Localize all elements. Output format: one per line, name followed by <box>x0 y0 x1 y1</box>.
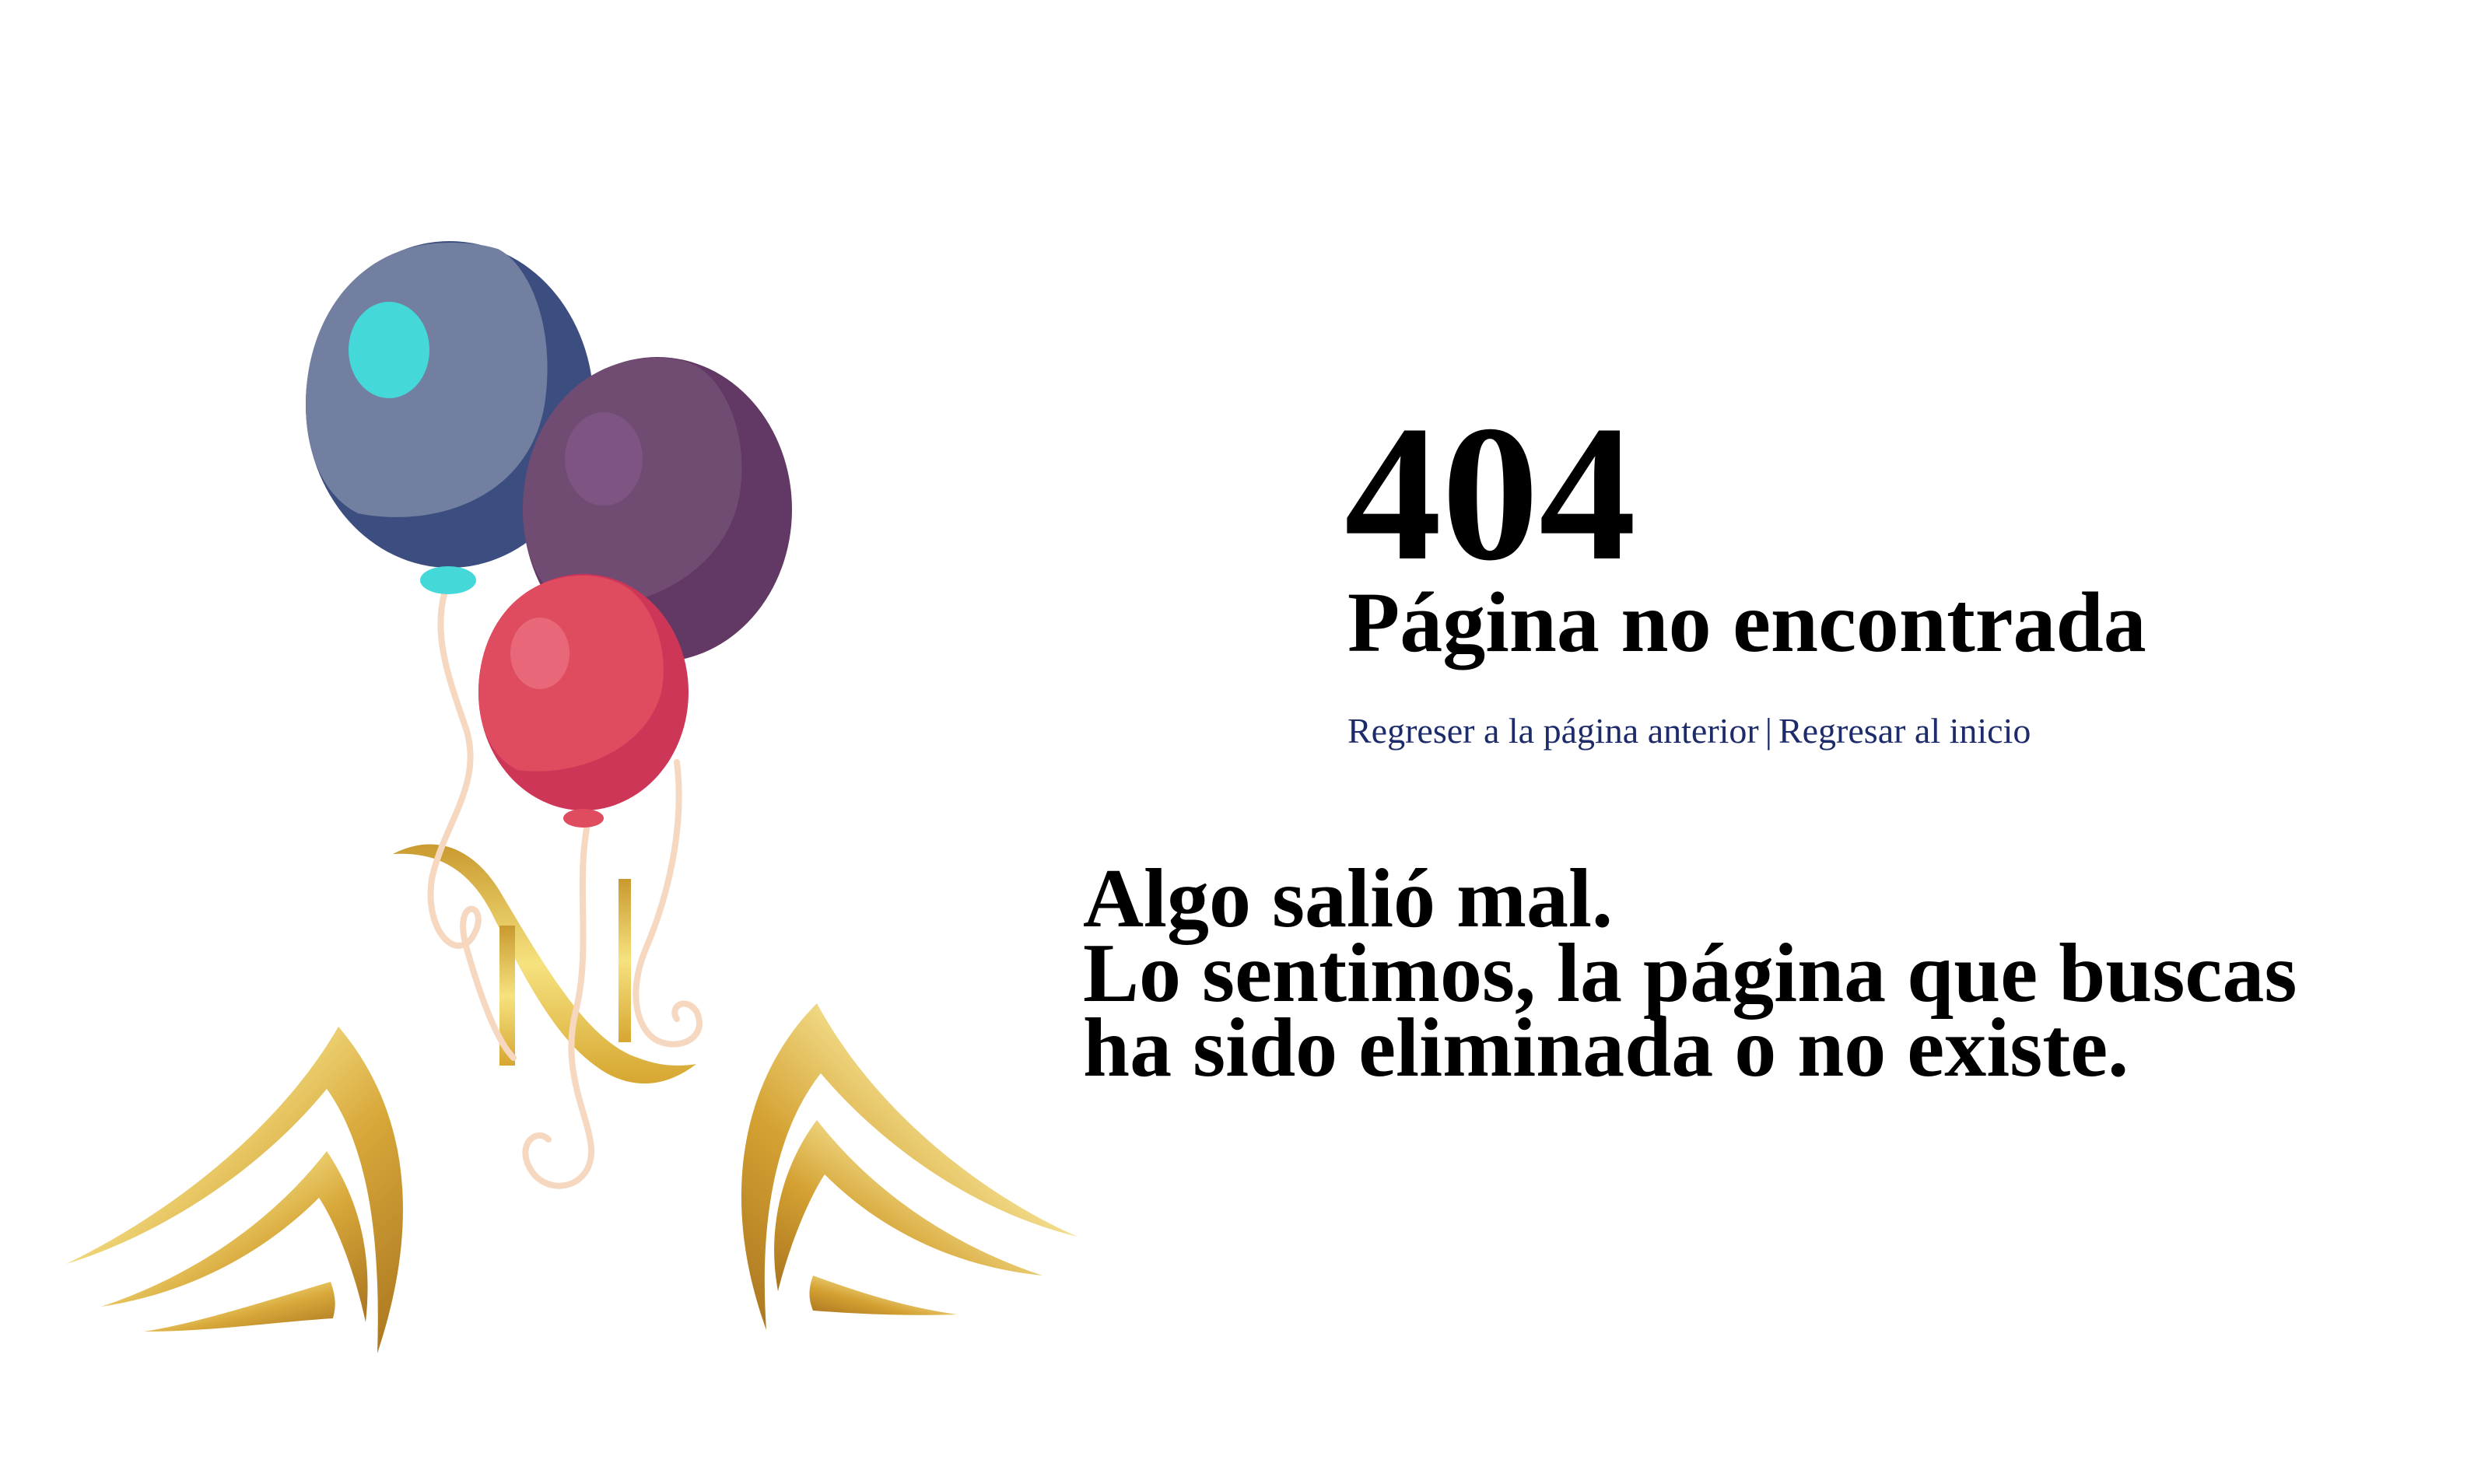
error-page: 404 Página no encontrada Regreser a la p… <box>0 0 2467 1484</box>
error-message: Algo salió mal. Lo sentimos, la página q… <box>1083 852 2297 1094</box>
link-separator: | <box>1764 711 1772 751</box>
navigation-links: Regreser a la página anterior | Regresar a… <box>1347 709 2031 752</box>
message-line-3: ha sido eliminada o no existe. <box>1083 1002 2129 1094</box>
error-content: 404 Página no encontrada Regreser a la p… <box>0 0 2467 1484</box>
message-line-1: Algo salió mal. <box>1083 852 1614 945</box>
page-title: Página no encontrada <box>1347 575 2146 670</box>
error-code: 404 <box>1344 386 1636 601</box>
message-line-2: Lo sentimos, la página que buscas <box>1083 927 2297 1020</box>
home-link[interactable]: Regresar al inicio <box>1778 711 2031 751</box>
back-link[interactable]: Regreser a la página anterior <box>1347 711 1759 751</box>
